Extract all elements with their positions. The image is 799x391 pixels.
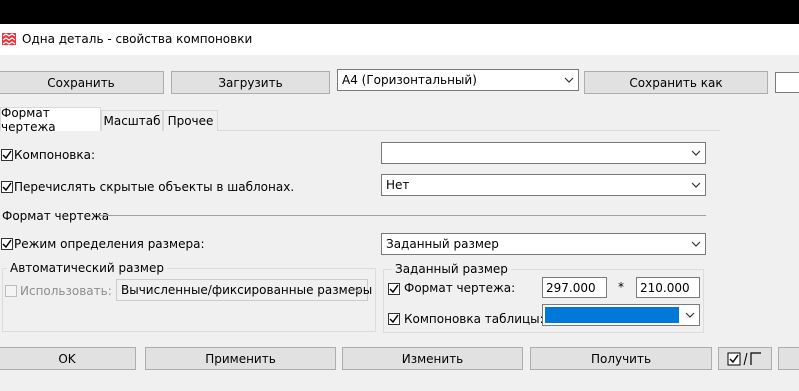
chevron-down-icon [685, 312, 695, 318]
auto-size-group-title: Автоматический размер [7, 261, 167, 275]
format-checkbox[interactable] [388, 283, 400, 295]
toggle-all-button[interactable] [718, 347, 772, 370]
app-icon [2, 33, 16, 45]
load-button[interactable]: Загрузить [171, 71, 330, 94]
save-as-name-input[interactable] [775, 72, 799, 93]
chevron-down-icon [691, 150, 701, 156]
chevron-down-icon [564, 77, 574, 83]
hidden-objects-select-value: Нет [386, 178, 410, 192]
save-button[interactable]: Сохранить [0, 71, 164, 94]
table-layout-color-swatch [545, 307, 679, 323]
ok-button[interactable]: OK [0, 347, 136, 370]
hidden-objects-label: Перечислять скрытые объекты в шаблонах. [14, 180, 295, 194]
tab-other[interactable]: Прочее [163, 110, 218, 131]
fixed-size-group-title: Заданный размер [392, 262, 511, 276]
auto-size-use-checkbox[interactable] [5, 285, 17, 297]
size-mode-checkbox[interactable] [1, 238, 13, 250]
width-input[interactable]: 297.000 [542, 277, 607, 298]
size-mode-select[interactable]: Заданный размер [381, 233, 706, 255]
window-title: Одна деталь - свойства компоновки [22, 32, 253, 46]
chevron-down-icon [691, 241, 701, 247]
chevron-down-icon [353, 287, 363, 293]
save-as-button[interactable]: Сохранить как [584, 71, 768, 94]
checkmark-icon [2, 239, 12, 249]
layout-label: Компоновка: [14, 148, 96, 162]
apply-button[interactable]: Применить [145, 347, 336, 370]
checkmark-icon [2, 182, 12, 192]
auto-size-use-select-value: Вычисленные/фиксированные размеры [121, 283, 373, 297]
check-uncheck-icon [727, 351, 761, 365]
size-mode-select-value: Заданный размер [386, 237, 499, 251]
layout-checkbox[interactable] [1, 149, 13, 161]
times-sign: * [618, 280, 624, 294]
table-layout-label: Компоновка таблицы: [404, 312, 544, 326]
tab-drawing-format[interactable]: Формат чертежа [0, 106, 101, 134]
hidden-objects-select[interactable]: Нет [381, 174, 706, 196]
checkmark-icon [2, 150, 12, 160]
tab-scale[interactable]: Масштаб [101, 110, 163, 131]
layout-select[interactable] [381, 142, 706, 164]
hidden-objects-checkbox[interactable] [1, 181, 13, 193]
format-label: Формат чертежа: [404, 281, 516, 295]
checkmark-icon [389, 314, 399, 324]
preset-select[interactable]: A4 (Горизонтальный) [337, 69, 579, 91]
extra-button[interactable] [778, 347, 799, 370]
table-layout-select[interactable] [542, 304, 700, 326]
preset-select-value: A4 (Горизонтальный) [342, 73, 477, 87]
chevron-down-icon [691, 182, 701, 188]
size-mode-label: Режим определения размера: [14, 237, 205, 251]
modify-button[interactable]: Изменить [342, 347, 523, 370]
auto-size-use-select[interactable]: Вычисленные/фиксированные размеры [116, 279, 372, 301]
section-title-drawing-format: Формат чертежа [2, 209, 110, 223]
height-input[interactable]: 210.000 [636, 277, 700, 298]
get-button[interactable]: Получить [530, 347, 712, 370]
checkmark-icon [389, 284, 399, 294]
auto-size-use-label: Использовать: [20, 284, 112, 298]
table-layout-checkbox[interactable] [388, 313, 400, 325]
section-divider [98, 215, 706, 216]
